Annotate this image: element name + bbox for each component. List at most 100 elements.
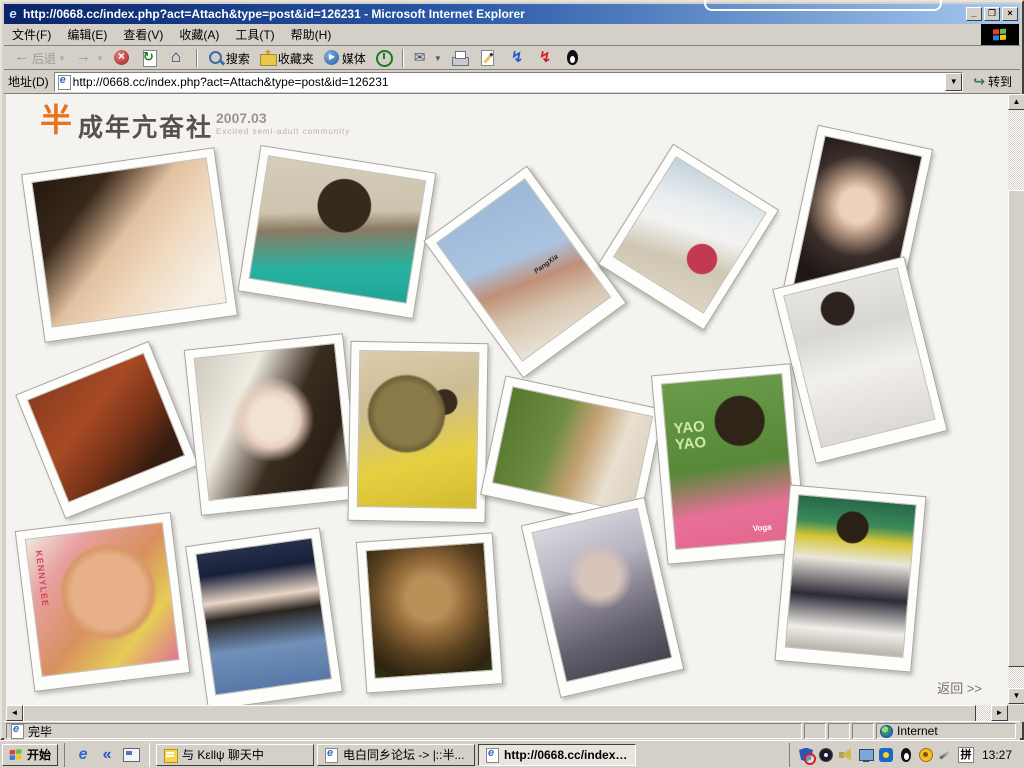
status-pane-3 — [852, 723, 874, 739]
home-button[interactable] — [164, 48, 192, 69]
photo-image-8 — [194, 343, 350, 501]
thunder-icon — [506, 49, 526, 67]
quick-launch-bar: e« — [64, 743, 150, 767]
system-tray: 拼 13:27 — [789, 743, 1022, 767]
scroll-right-button[interactable]: ► — [991, 705, 1008, 721]
edit-button[interactable] — [474, 48, 502, 69]
photo-image-12: KENNYLEE — [25, 522, 180, 677]
display-icon[interactable] — [858, 747, 874, 763]
antivirus-shield-icon[interactable] — [798, 747, 814, 763]
show-desktop-quick-launch-icon[interactable] — [121, 745, 141, 765]
address-bar: 地址(D) ▼ ↪ 转到 — [4, 70, 1020, 94]
horizontal-scrollbar[interactable]: ◄ ► — [6, 705, 1008, 722]
menu-工具T[interactable]: 工具(T) — [227, 23, 282, 46]
window-title: http://0668.cc/index.php?act=Attach&type… — [23, 7, 964, 21]
qq-button[interactable] — [558, 48, 586, 69]
photo-caption: KENNYLEE — [33, 550, 49, 608]
menu-文件F[interactable]: 文件(F) — [4, 23, 59, 46]
polaroid-photo-16 — [775, 484, 927, 672]
restore-button[interactable]: ❐ — [984, 7, 1000, 21]
qq-service-icon[interactable] — [878, 747, 894, 763]
history-button[interactable] — [370, 48, 398, 69]
forward-button[interactable]: ▼ — [70, 48, 108, 69]
print-icon — [450, 49, 470, 67]
mail-button[interactable]: ▼ — [408, 48, 446, 69]
menu-编辑E[interactable]: 编辑(E) — [59, 23, 115, 46]
task-button-3[interactable]: http://0668.cc/index.php... — [478, 744, 636, 766]
refresh-button[interactable] — [136, 48, 164, 69]
flashget-button[interactable] — [530, 48, 558, 69]
menu-帮助H[interactable]: 帮助(H) — [283, 23, 340, 46]
address-label: 地址(D) — [8, 73, 49, 90]
favorites-button[interactable]: 收藏夹 — [254, 48, 318, 69]
vertical-scroll-thumb[interactable] — [1008, 190, 1024, 667]
volume-icon[interactable] — [838, 747, 854, 763]
close-button[interactable]: × — [1002, 7, 1018, 21]
pen-input-icon[interactable] — [938, 747, 954, 763]
menu-bar: 文件(F)编辑(E)查看(V)收藏(A)工具(T)帮助(H) — [4, 24, 1020, 46]
ie-throbber — [981, 24, 1019, 45]
photo-image-11: YAO YAOVoga — [661, 373, 797, 550]
go-arrow-icon: ↪ — [973, 73, 985, 90]
taskbar-clock: 13:27 — [982, 748, 1012, 762]
minimize-button[interactable]: _ — [966, 7, 982, 21]
toolbar-separator — [196, 49, 198, 67]
taskbar: 开始 e« 与 Kεllψ 聊天中电白同乡论坛 -> |::半... http:/… — [0, 740, 1024, 768]
menu-收藏A[interactable]: 收藏(A) — [171, 23, 227, 46]
windows-flag-icon — [993, 28, 1007, 41]
mail-dropdown-icon[interactable]: ▼ — [434, 54, 442, 63]
back-label: 后退 — [32, 50, 56, 67]
photo-image-6 — [783, 267, 935, 448]
thunder-button[interactable] — [502, 48, 530, 69]
forward-dropdown-icon[interactable]: ▼ — [96, 54, 104, 63]
address-input[interactable] — [71, 74, 946, 90]
scroll-up-button[interactable]: ▲ — [1008, 94, 1024, 110]
polaroid-photo-2 — [238, 145, 437, 319]
start-flag-icon — [10, 748, 23, 760]
ie-quick-launch-icon[interactable]: e — [73, 745, 93, 765]
qq-icon — [562, 49, 582, 67]
back-link[interactable]: 返回 >> — [937, 678, 982, 697]
photo-image-13 — [195, 538, 332, 696]
radar-icon[interactable] — [818, 747, 834, 763]
vertical-scrollbar[interactable]: ▲ ▼ — [1008, 94, 1024, 705]
refresh-icon — [140, 49, 160, 67]
start-button[interactable]: 开始 — [2, 744, 58, 766]
task-label: http://0668.cc/index.php... — [504, 748, 630, 762]
address-combo[interactable]: ▼ — [54, 72, 964, 92]
qq-penguin-icon[interactable] — [898, 747, 914, 763]
search-button[interactable]: 搜索 — [202, 48, 254, 69]
alert-ring-icon[interactable] — [918, 747, 934, 763]
back-dropdown-icon[interactable]: ▼ — [58, 54, 66, 63]
stop-button[interactable] — [108, 48, 136, 69]
photo-image-14 — [365, 542, 493, 679]
ime-pinyin-icon[interactable]: 拼 — [958, 747, 974, 763]
print-button[interactable] — [446, 48, 474, 69]
address-dropdown-button[interactable]: ▼ — [945, 73, 962, 91]
back-button[interactable]: 后退▼ — [8, 48, 70, 69]
site-logo-title: 成年亢奋社 — [78, 108, 213, 144]
flashget-icon — [534, 49, 554, 67]
task-button-1[interactable]: 与 Kεllψ 聊天中 — [156, 744, 314, 766]
favorites-icon — [258, 49, 278, 67]
search-label: 搜索 — [226, 50, 250, 67]
polaroid-photo-15 — [521, 497, 685, 698]
polaroid-photo-11: YAO YAOVoga — [651, 363, 807, 564]
horizontal-scroll-thumb[interactable] — [23, 705, 976, 722]
go-button[interactable]: ↪ 转到 — [969, 71, 1016, 92]
task-button-2[interactable]: 电白同乡论坛 -> |::半... — [317, 744, 475, 766]
status-text: 完毕 — [28, 723, 52, 740]
task-button-area: 与 Kεllψ 聊天中电白同乡论坛 -> |::半... http://0668.… — [156, 744, 639, 766]
title-bar[interactable]: e http://0668.cc/index.php?act=Attach&ty… — [4, 4, 1020, 24]
scroll-down-button[interactable]: ▼ — [1008, 688, 1024, 704]
photo-caption: YAO YAO — [673, 419, 707, 453]
blue-arrow-quick-launch-icon[interactable]: « — [97, 745, 117, 765]
polaroid-photo-13 — [185, 527, 343, 705]
tray-icons: 拼 — [796, 747, 976, 763]
scroll-left-button[interactable]: ◄ — [6, 705, 23, 721]
menu-查看V[interactable]: 查看(V) — [115, 23, 171, 46]
status-page-icon — [10, 724, 24, 738]
qq-chat-icon — [162, 747, 178, 763]
media-button[interactable]: 媒体 — [318, 48, 370, 69]
zone-label: Internet — [897, 724, 938, 738]
